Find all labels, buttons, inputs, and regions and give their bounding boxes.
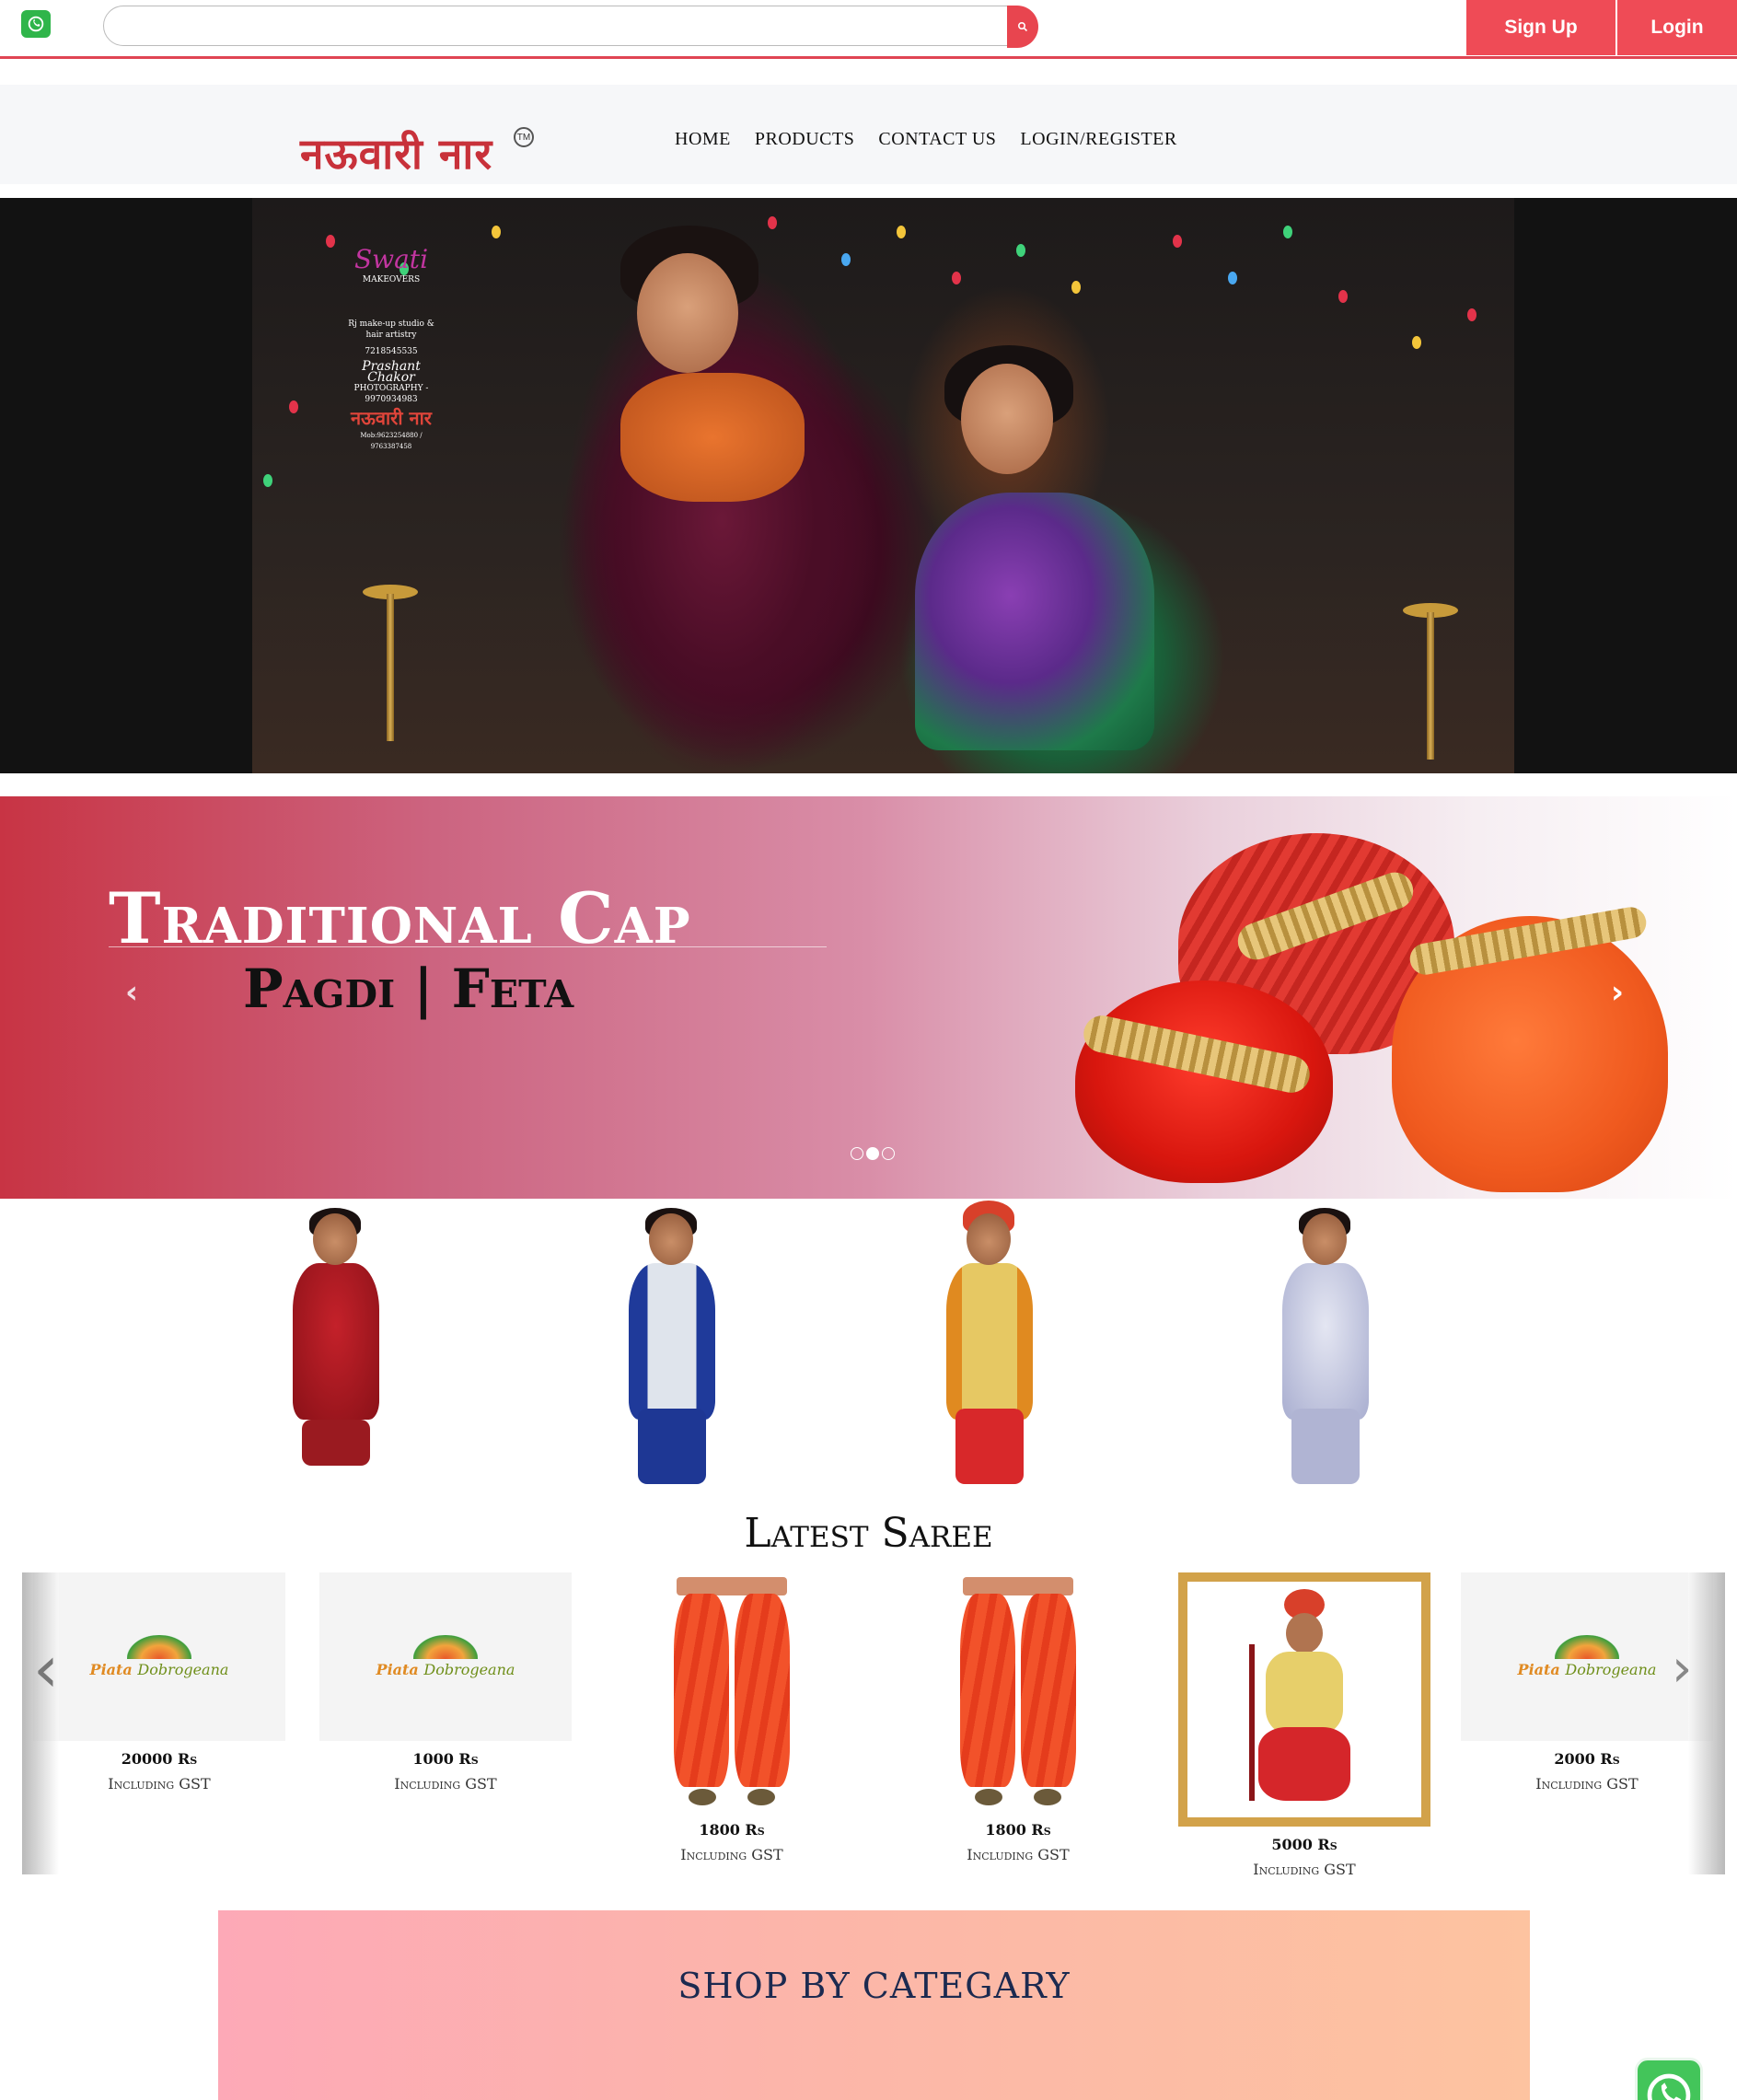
product-image[interactable]: Piata Dobrogeana xyxy=(33,1572,285,1741)
product-card[interactable]: 1800 Rs Including GST xyxy=(606,1572,858,1863)
whatsapp-float-button[interactable] xyxy=(1635,2058,1703,2100)
product-price: 1000 Rs xyxy=(412,1750,479,1768)
search-bar xyxy=(103,6,1038,48)
product-card[interactable]: Piata Dobrogeana 1000 Rs Including GST xyxy=(319,1572,572,1793)
product-card[interactable]: Piata Dobrogeana 20000 Rs Including GST xyxy=(33,1572,285,1793)
product-image[interactable] xyxy=(892,1572,1144,1812)
login-button[interactable]: Login xyxy=(1617,0,1737,55)
search-input[interactable] xyxy=(103,6,1014,46)
chevron-left-icon[interactable]: ‹ xyxy=(33,1637,59,1701)
whatsapp-icon[interactable] xyxy=(21,10,51,38)
banner-carousel: Traditional Cap Pagdi | Feta ‹ › xyxy=(0,796,1737,1199)
product-price: 1800 Rs xyxy=(699,1821,765,1839)
hero-watermark: Swati MAKEOVERS Rj make-up studio & hair… xyxy=(348,244,434,450)
product-price: 2000 Rs xyxy=(1554,1750,1620,1768)
signup-button[interactable]: Sign Up xyxy=(1466,0,1615,55)
carousel-dot[interactable] xyxy=(882,1147,895,1160)
product-tax-note: Including GST xyxy=(1253,1861,1356,1878)
product-price: 20000 Rs xyxy=(121,1750,198,1768)
chevron-left-icon[interactable]: ‹ xyxy=(118,974,145,1011)
product-tax-note: Including GST xyxy=(967,1846,1070,1863)
site-logo[interactable]: नऊवारी नार TM xyxy=(300,127,539,184)
banner-subtitle: Pagdi | Feta xyxy=(243,957,574,1020)
product-image[interactable] xyxy=(1178,1572,1430,1827)
product-card[interactable]: 5000 Rs Including GST xyxy=(1178,1572,1430,1878)
nav-products[interactable]: PRODUCTS xyxy=(755,129,854,150)
product-card[interactable]: 1800 Rs Including GST xyxy=(892,1572,1144,1863)
latest-products-carousel: Piata Dobrogeana 20000 Rs Including GST … xyxy=(22,1572,1725,1878)
nav-contact-us[interactable]: CONTACT US xyxy=(878,129,996,150)
nav-login-register[interactable]: LOGIN/REGISTER xyxy=(1020,129,1176,150)
product-price: 1800 Rs xyxy=(985,1821,1051,1839)
woman-saree-figure[interactable] xyxy=(1266,1206,1385,1491)
trademark-badge: TM xyxy=(514,127,534,147)
boy-kurta-figure[interactable] xyxy=(612,1206,732,1491)
chevron-right-icon[interactable]: › xyxy=(1672,1637,1692,1701)
nav-home[interactable]: HOME xyxy=(675,129,731,150)
product-image[interactable]: Piata Dobrogeana xyxy=(319,1572,572,1741)
product-tax-note: Including GST xyxy=(1535,1775,1639,1793)
category-figures xyxy=(0,1201,1737,1491)
carousel-indicators xyxy=(851,1147,895,1160)
product-tax-note: Including GST xyxy=(108,1775,211,1793)
shop-by-category-section: SHOP BY CATEGARY xyxy=(218,1910,1530,2100)
man-kurta-figure[interactable] xyxy=(930,1201,1049,1491)
search-icon xyxy=(1017,21,1028,32)
logo-text: नऊवारी नार xyxy=(300,129,493,179)
carousel-dot-active[interactable] xyxy=(866,1147,879,1160)
chevron-right-icon[interactable]: › xyxy=(1604,974,1631,1011)
shop-section-title: SHOP BY CATEGARY xyxy=(677,1966,1071,2006)
search-button[interactable] xyxy=(1007,6,1038,48)
top-bar: Sign Up Login xyxy=(0,0,1737,59)
whatsapp-icon xyxy=(1647,2073,1691,2100)
main-nav: HOME PRODUCTS CONTACT US LOGIN/REGISTER xyxy=(675,129,1201,150)
carousel-dot[interactable] xyxy=(851,1147,863,1160)
product-price: 5000 Rs xyxy=(1271,1836,1337,1853)
carousel-next-area[interactable] xyxy=(1688,1572,1725,1874)
girl-saree-figure[interactable] xyxy=(276,1206,396,1491)
product-tax-note: Including GST xyxy=(394,1775,497,1793)
product-image[interactable] xyxy=(606,1572,858,1812)
carousel-prev-area[interactable] xyxy=(22,1572,59,1874)
product-tax-note: Including GST xyxy=(680,1846,783,1863)
hero-photo: Swati MAKEOVERS Rj make-up studio & hair… xyxy=(252,198,1514,773)
hero-section: Swati MAKEOVERS Rj make-up studio & hair… xyxy=(0,198,1737,773)
banner-divider xyxy=(109,946,827,947)
latest-section-title: Latest Saree xyxy=(744,1510,993,1557)
